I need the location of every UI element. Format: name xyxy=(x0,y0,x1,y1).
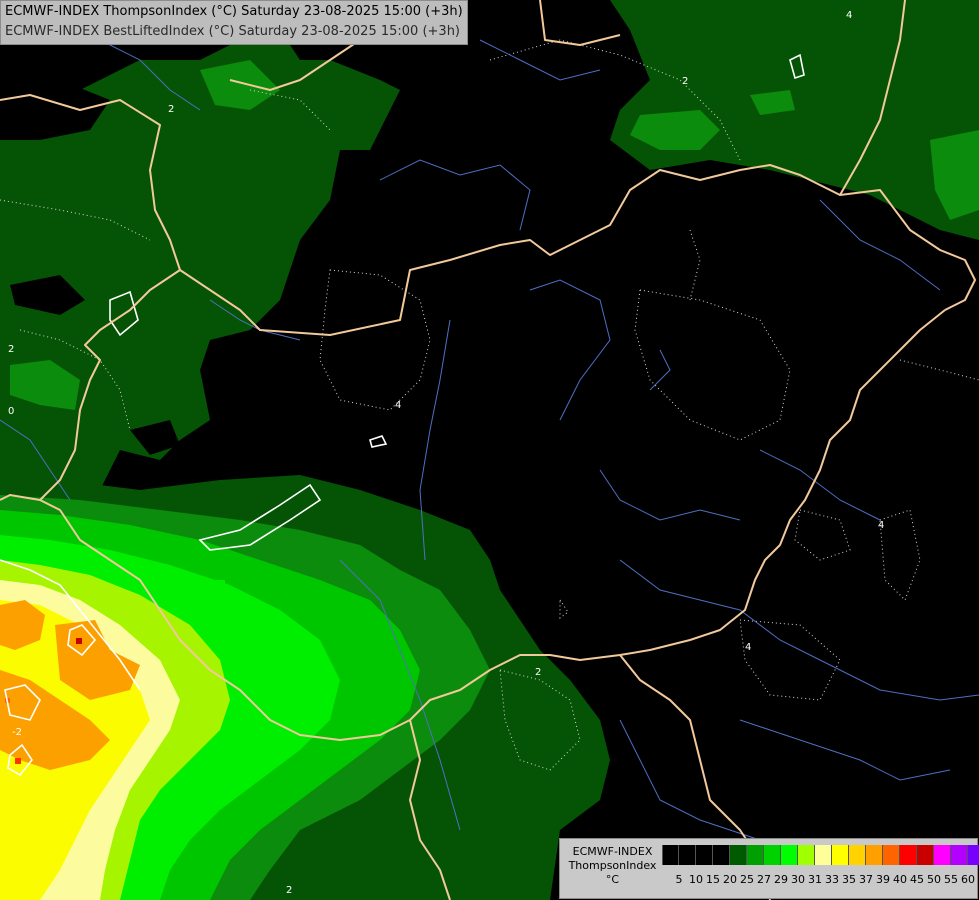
legend-swatch xyxy=(832,845,849,865)
legend-color-scale xyxy=(662,845,979,865)
legend-swatch xyxy=(883,845,900,865)
title-line-lifted: ECMWF-INDEX BestLiftedIndex (°C) Saturda… xyxy=(5,24,460,39)
legend-tick: 40 xyxy=(893,873,907,886)
legend-swatch xyxy=(917,845,934,865)
legend-swatch xyxy=(866,845,883,865)
legend-swatch xyxy=(798,845,815,865)
legend-swatch xyxy=(849,845,866,865)
contour-label: 4 xyxy=(745,642,751,653)
legend-unit: °C xyxy=(605,873,620,886)
legend-swatch xyxy=(900,845,917,865)
legend-tick: 33 xyxy=(825,873,839,886)
contour-label: 2 xyxy=(8,344,14,355)
legend-tick: 35 xyxy=(842,873,856,886)
legend-tick: 27 xyxy=(757,873,771,886)
legend-tick: 15 xyxy=(706,873,720,886)
legend-swatch xyxy=(662,845,679,865)
legend-title: ECMWF-INDEX ThompsonIndex °C xyxy=(565,845,660,887)
legend-swatch xyxy=(730,845,747,865)
contour-label: 2 xyxy=(682,76,688,87)
legend: ECMWF-INDEX ThompsonIndex °C 5 10 15 20 25 27… xyxy=(559,838,979,899)
contour-label: 4 xyxy=(846,10,852,21)
contour-label: 4 xyxy=(395,400,401,411)
legend-param: ThompsonIndex xyxy=(568,859,657,872)
legend-tick: 30 xyxy=(791,873,805,886)
contour-label: 2 xyxy=(286,885,292,896)
fill-red-dot-2 xyxy=(15,758,21,764)
legend-swatch xyxy=(934,845,951,865)
contour-label: -2 xyxy=(12,727,22,738)
legend-swatch xyxy=(747,845,764,865)
legend-swatch xyxy=(968,845,979,865)
legend-tick: 55 xyxy=(944,873,958,886)
legend-tick: 20 xyxy=(723,873,737,886)
legend-tick: 5 xyxy=(675,873,683,886)
legend-swatch xyxy=(781,845,798,865)
legend-tick: 37 xyxy=(859,873,873,886)
contour-label: 2 xyxy=(535,667,541,678)
legend-tick: 29 xyxy=(774,873,788,886)
legend-swatch xyxy=(764,845,781,865)
legend-model: ECMWF-INDEX xyxy=(572,845,653,858)
legend-tick: 39 xyxy=(876,873,890,886)
legend-tick: 25 xyxy=(740,873,754,886)
legend-tick: 31 xyxy=(808,873,822,886)
legend-swatch xyxy=(696,845,713,865)
contour-label: 2 xyxy=(168,104,174,115)
legend-tick-labels: 5 10 15 20 25 27 29 30 31 33 35 37 39 40 45 50 55 60 xyxy=(662,873,976,889)
map-canvas: 4 4 4 4 2 2 2 2 0 -2 2 xyxy=(0,0,979,900)
title-line-thompson: ECMWF-INDEX ThompsonIndex (°C) Saturday … xyxy=(5,4,463,19)
legend-tick: 10 xyxy=(689,873,703,886)
legend-tick: 50 xyxy=(927,873,941,886)
contour-label: 0 xyxy=(8,406,14,417)
map-root: 4 4 4 4 2 2 2 2 0 -2 2 ECMWF-INDEX Thomp… xyxy=(0,0,979,900)
legend-swatch xyxy=(679,845,696,865)
contour-label: 4 xyxy=(878,520,884,531)
legend-tick: 45 xyxy=(910,873,924,886)
fill-red-dot-1 xyxy=(76,638,82,644)
legend-swatch xyxy=(951,845,968,865)
map-title-box: ECMWF-INDEX ThompsonIndex (°C) Saturday … xyxy=(0,0,468,45)
legend-swatch xyxy=(815,845,832,865)
legend-tick: 60 xyxy=(961,873,975,886)
legend-swatch xyxy=(713,845,730,865)
